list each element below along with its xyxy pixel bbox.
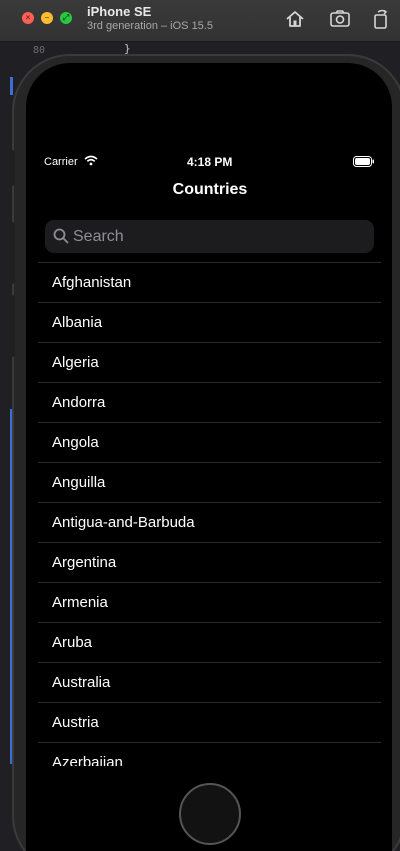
volume-up-button bbox=[9, 222, 15, 284]
status-bar: Carrier 4:18 PM bbox=[0, 153, 400, 171]
list-item[interactable]: Aruba bbox=[38, 623, 381, 663]
country-list: Afghanistan Albania Algeria Andorra Angola An… bbox=[38, 262, 381, 766]
page-title: Countries bbox=[172, 181, 248, 198]
search-icon bbox=[53, 228, 69, 244]
status-time: 4:18 PM bbox=[187, 155, 233, 169]
close-window-button[interactable]: × bbox=[22, 12, 34, 24]
home-icon[interactable] bbox=[284, 8, 306, 30]
wifi-icon bbox=[84, 155, 98, 166]
device-subtitle: 3rd generation – iOS 15.5 bbox=[87, 20, 213, 32]
list-item[interactable]: Azerbaijan bbox=[38, 743, 381, 766]
carrier-label: Carrier bbox=[44, 156, 78, 168]
search-input[interactable] bbox=[73, 220, 363, 253]
gutter-marker bbox=[10, 77, 13, 95]
minimize-window-button[interactable]: – bbox=[41, 12, 53, 24]
list-item[interactable]: Anguilla bbox=[38, 463, 381, 503]
simulator-titlebar: × – ⤢ iPhone SE 3rd generation – iOS 15.… bbox=[0, 0, 400, 42]
list-item[interactable]: Antigua-and-Barbuda bbox=[38, 503, 381, 543]
battery-icon bbox=[353, 156, 374, 167]
list-item[interactable]: Algeria bbox=[38, 343, 381, 383]
list-item[interactable]: Afghanistan bbox=[38, 263, 381, 303]
list-item[interactable]: Austria bbox=[38, 703, 381, 743]
simulator-window: 80 } × – ⤢ iPhone SE 3rd generation – iO… bbox=[0, 0, 400, 851]
rotate-icon[interactable] bbox=[370, 8, 392, 30]
search-bar[interactable] bbox=[45, 220, 374, 253]
line-number: 80 bbox=[33, 45, 46, 56]
device-name: iPhone SE bbox=[87, 4, 152, 19]
list-item[interactable]: Armenia bbox=[38, 583, 381, 623]
list-item[interactable]: Angola bbox=[38, 423, 381, 463]
maximize-window-button[interactable]: ⤢ bbox=[60, 12, 72, 24]
home-button[interactable] bbox=[179, 783, 241, 845]
volume-down-button bbox=[9, 295, 15, 357]
list-item[interactable]: Andorra bbox=[38, 383, 381, 423]
list-item[interactable]: Albania bbox=[38, 303, 381, 343]
list-item[interactable]: Argentina bbox=[38, 543, 381, 583]
camera-icon[interactable] bbox=[329, 8, 351, 30]
list-item[interactable]: Australia bbox=[38, 663, 381, 703]
